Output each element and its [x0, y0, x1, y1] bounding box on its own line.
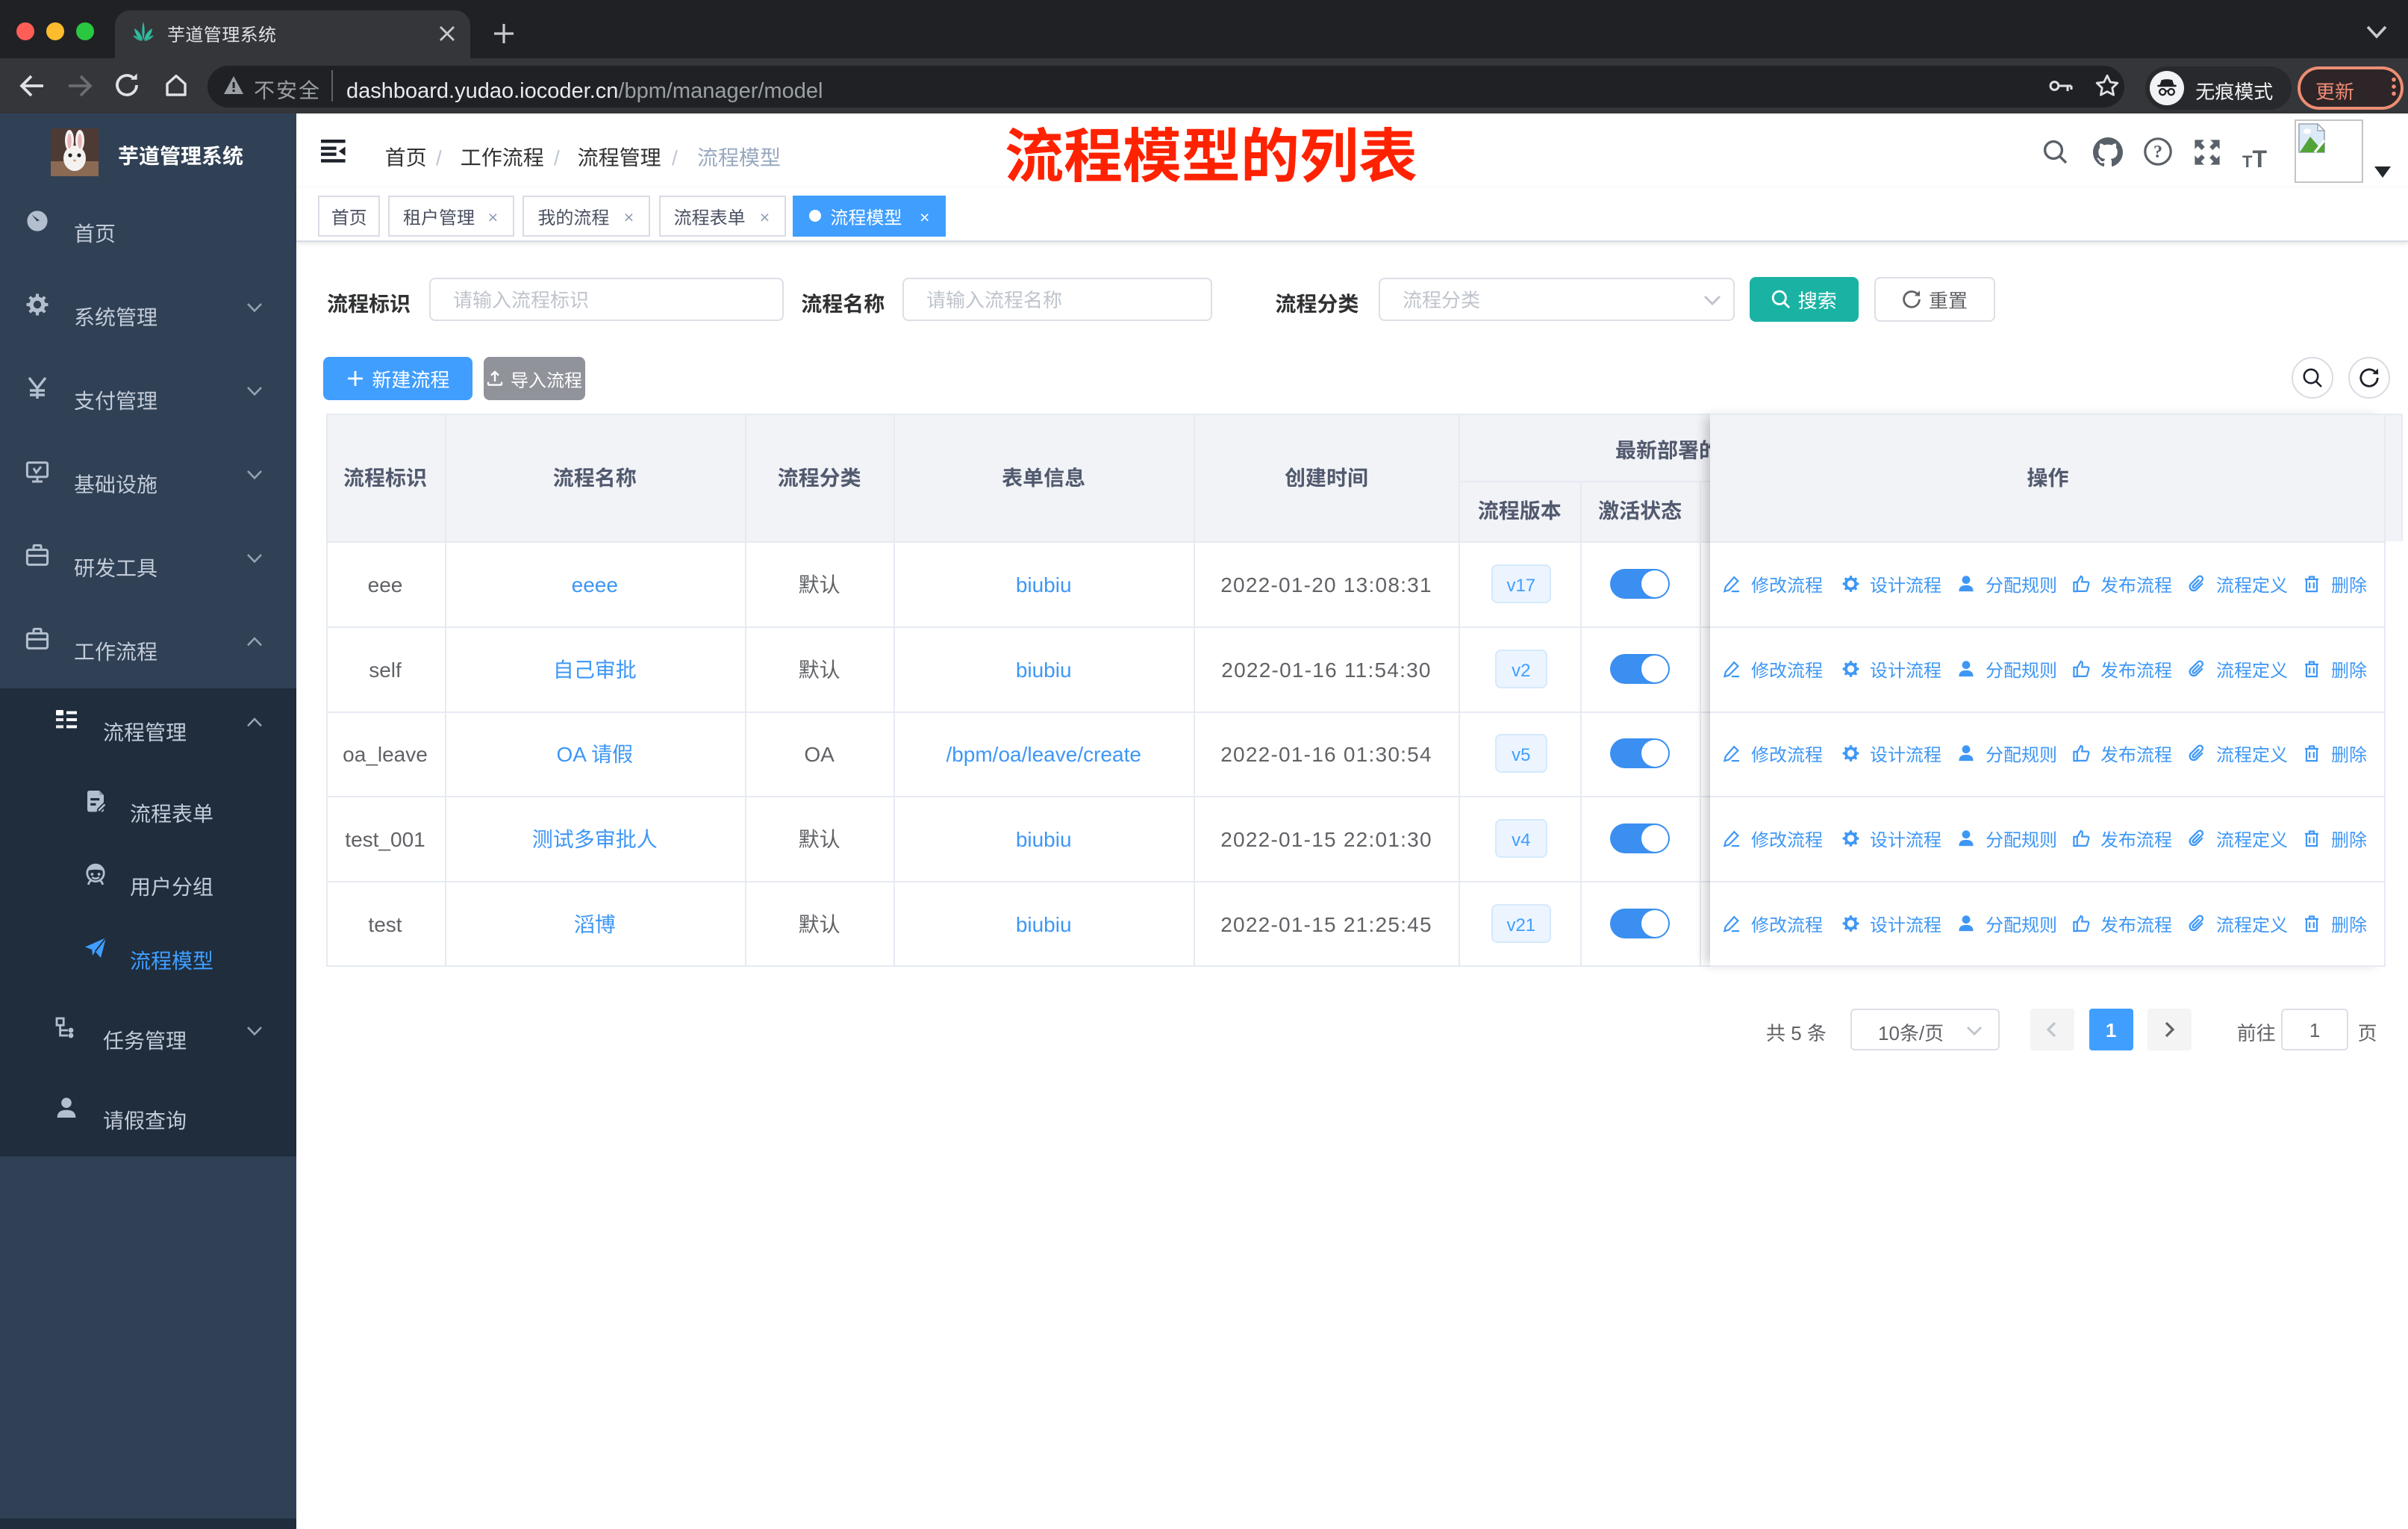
svg-text:?: ? — [2153, 143, 2162, 162]
